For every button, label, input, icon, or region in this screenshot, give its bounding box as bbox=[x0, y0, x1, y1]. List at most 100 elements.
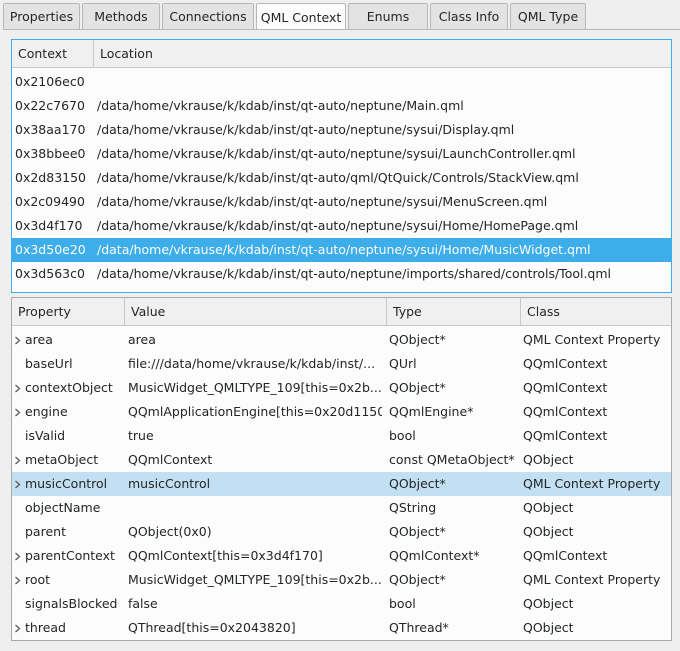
property-type: QString bbox=[389, 500, 437, 515]
property-row[interactable]: area area QObject* QML Context Property bbox=[12, 328, 671, 352]
property-class: QML Context Property bbox=[523, 332, 661, 347]
context-location: /data/home/vkrause/k/kdab/inst/qt-auto/n… bbox=[97, 218, 579, 233]
chevron-right-icon[interactable] bbox=[12, 568, 22, 592]
property-row[interactable]: parent QObject(0x0) QObject* QObject bbox=[12, 520, 671, 544]
chevron-right-icon[interactable] bbox=[12, 472, 22, 496]
property-name: musicControl bbox=[25, 476, 108, 491]
context-address: 0x2106ec0 bbox=[15, 74, 85, 89]
property-class: QObject bbox=[523, 596, 574, 611]
property-type: QObject* bbox=[389, 476, 446, 491]
property-row[interactable]: parentContext QQmlContext[this=0x3d4f170]… bbox=[12, 544, 671, 568]
property-type: QObject* bbox=[389, 572, 446, 587]
property-type: const QMetaObject* bbox=[389, 452, 515, 467]
header-context[interactable]: Context bbox=[12, 40, 94, 68]
context-address: 0x22c7670 bbox=[15, 98, 85, 113]
tab-methods[interactable]: Methods bbox=[82, 3, 160, 29]
context-row[interactable]: 0x2c09490/data/home/vkrause/k/kdab/inst/… bbox=[12, 190, 671, 214]
property-name: isValid bbox=[25, 428, 66, 443]
context-location: /data/home/vkrause/k/kdab/inst/qt-auto/n… bbox=[97, 98, 464, 113]
property-value: false bbox=[128, 596, 158, 611]
property-name: contextObject bbox=[25, 380, 113, 395]
context-address: 0x38bbee0 bbox=[15, 146, 86, 161]
property-name: objectName bbox=[25, 500, 101, 515]
context-location bbox=[97, 70, 669, 94]
property-type: QUrl bbox=[389, 356, 417, 371]
property-row[interactable]: engine QQmlApplicationEngine[this=0x20d11… bbox=[12, 400, 671, 424]
property-type: QThread* bbox=[389, 620, 449, 635]
property-name: engine bbox=[25, 404, 68, 419]
chevron-right-icon[interactable] bbox=[12, 448, 22, 472]
property-row[interactable]: root MusicWidget_QMLTYPE_109[this=0x2b...… bbox=[12, 568, 671, 592]
context-row[interactable]: 0x3d4f170/data/home/vkrause/k/kdab/inst/… bbox=[12, 214, 671, 238]
property-class: QQmlContext bbox=[523, 428, 608, 443]
context-row[interactable]: 0x38aa170/data/home/vkrause/k/kdab/inst/… bbox=[12, 118, 671, 142]
property-value: QQmlContext bbox=[128, 452, 213, 467]
property-name: parent bbox=[25, 524, 66, 539]
chevron-right-icon[interactable] bbox=[12, 400, 22, 424]
context-address: 0x3d563c0 bbox=[15, 266, 85, 281]
context-address: 0x3d50e20 bbox=[15, 242, 86, 257]
property-value: file:///data/home/vkrause/k/kdab/inst/..… bbox=[128, 356, 376, 371]
chevron-right-icon[interactable] bbox=[12, 616, 22, 640]
property-row[interactable]: musicControl musicControl QObject* QML Cont… bbox=[12, 472, 671, 496]
property-name: metaObject bbox=[25, 452, 99, 467]
header-property[interactable]: Property bbox=[12, 298, 125, 326]
context-address: 0x2c09490 bbox=[15, 194, 85, 209]
context-table[interactable]: Context Location 0x2106ec0 0x22c7670/data… bbox=[11, 39, 672, 293]
tab-qml-type[interactable]: QML Type bbox=[510, 3, 586, 29]
context-table-header: Context Location bbox=[12, 40, 671, 68]
property-row[interactable]: objectName QString QObject bbox=[12, 496, 671, 520]
property-name: parentContext bbox=[25, 548, 115, 563]
tab-qml-context[interactable]: QML Context bbox=[256, 3, 346, 30]
property-type: bool bbox=[389, 596, 416, 611]
header-value[interactable]: Value bbox=[125, 298, 387, 326]
property-value: QThread[this=0x2043820] bbox=[128, 620, 296, 635]
property-name: thread bbox=[25, 620, 66, 635]
property-name: signalsBlocked bbox=[25, 596, 118, 611]
chevron-right-icon[interactable] bbox=[12, 376, 22, 400]
property-name: area bbox=[25, 332, 53, 347]
chevron-right-icon[interactable] bbox=[12, 328, 22, 352]
context-row[interactable]: 0x2d83150/data/home/vkrause/k/kdab/inst/… bbox=[12, 166, 671, 190]
header-type[interactable]: Type bbox=[387, 298, 521, 326]
property-name: root bbox=[25, 572, 51, 587]
property-row[interactable]: baseUrl file:///data/home/vkrause/k/kdab/… bbox=[12, 352, 671, 376]
header-location[interactable]: Location bbox=[94, 40, 671, 68]
property-type: QQmlContext* bbox=[389, 548, 480, 563]
property-type: QObject* bbox=[389, 524, 446, 539]
property-class: QQmlContext bbox=[523, 380, 608, 395]
tab-enums[interactable]: Enums bbox=[348, 3, 428, 29]
property-value: musicControl bbox=[128, 476, 211, 491]
property-row[interactable]: thread QThread[this=0x2043820] QThread* QOb… bbox=[12, 616, 671, 640]
property-row[interactable]: contextObject MusicWidget_QMLTYPE_109[thi… bbox=[12, 376, 671, 400]
property-type: bool bbox=[389, 428, 416, 443]
tab-connections[interactable]: Connections bbox=[162, 3, 254, 29]
context-row[interactable]: 0x3d50e20/data/home/vkrause/k/kdab/inst/… bbox=[12, 238, 671, 262]
property-row[interactable]: isValid true bool QQmlContext bbox=[12, 424, 671, 448]
context-row[interactable]: 0x2106ec0 bbox=[12, 70, 671, 94]
property-value: MusicWidget_QMLTYPE_109[this=0x2b... bbox=[128, 572, 382, 587]
tab-bar: Properties Methods Connections QML Conte… bbox=[0, 3, 680, 30]
property-table[interactable]: Property Value Type Class area area QObjec… bbox=[11, 297, 672, 641]
context-address: 0x3d4f170 bbox=[15, 218, 83, 233]
property-class: QObject bbox=[523, 620, 574, 635]
property-class: QObject bbox=[523, 524, 574, 539]
context-row[interactable]: 0x3d563c0/data/home/vkrause/k/kdab/inst/… bbox=[12, 262, 671, 286]
context-row[interactable]: 0x22c7670/data/home/vkrause/k/kdab/inst/… bbox=[12, 94, 671, 118]
property-type: QObject* bbox=[389, 380, 446, 395]
context-location: /data/home/vkrause/k/kdab/inst/qt-auto/n… bbox=[97, 194, 548, 209]
tab-properties[interactable]: Properties bbox=[3, 3, 80, 29]
property-row[interactable]: signalsBlocked false bool QObject bbox=[12, 592, 671, 616]
context-location: /data/home/vkrause/k/kdab/inst/qt-auto/q… bbox=[97, 170, 579, 185]
context-row[interactable]: 0x38bbee0/data/home/vkrause/k/kdab/inst/… bbox=[12, 142, 671, 166]
property-value: MusicWidget_QMLTYPE_109[this=0x2b... bbox=[128, 380, 382, 395]
property-class: QObject bbox=[523, 500, 574, 515]
property-type: QObject* bbox=[389, 332, 446, 347]
header-class[interactable]: Class bbox=[521, 298, 671, 326]
context-location: /data/home/vkrause/k/kdab/inst/qt-auto/n… bbox=[97, 146, 576, 161]
property-class: QObject bbox=[523, 452, 574, 467]
property-row[interactable]: metaObject QQmlContext const QMetaObject* Q… bbox=[12, 448, 671, 472]
chevron-right-icon[interactable] bbox=[12, 544, 22, 568]
property-value: area bbox=[128, 332, 156, 347]
tab-class-info[interactable]: Class Info bbox=[430, 3, 508, 29]
